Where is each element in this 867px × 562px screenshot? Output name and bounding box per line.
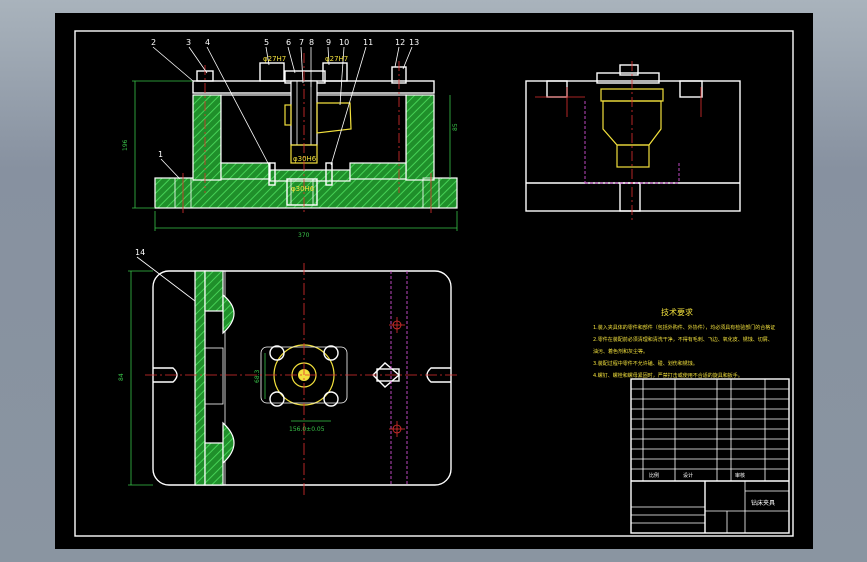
dim-height-right: 85 xyxy=(452,123,459,131)
tech-line-2: 2.零件在装配前必须清理和清洗干净，不得有毛刺、飞边、氧化皮、锈蚀、切屑、 xyxy=(593,336,773,343)
title-block: 比例 设计 审核 钻床夹具 xyxy=(630,378,790,534)
side-view xyxy=(525,61,741,223)
part-label-4: 4 xyxy=(205,38,210,47)
part-label-2: 2 xyxy=(151,38,156,47)
cad-drawing: 2 3 4 5 6 7 8 9 10 11 12 13 1 196 85 370… xyxy=(74,30,794,537)
tech-line-3: 油污、着色剂和灰尘等。 xyxy=(593,348,648,355)
dim-plan-center: 68.3 xyxy=(254,369,261,383)
dim-plan-bottom: 156.0±0.05 xyxy=(289,426,325,433)
dim-dia-top-right: φ27H7 xyxy=(325,55,348,63)
title-scale-label: 比例 xyxy=(649,472,659,479)
tech-line-4: 3.装配过程中零件不允许磕、碰、划伤和锈蚀。 xyxy=(593,360,698,367)
tech-title: 技术要求 xyxy=(661,307,693,317)
part-label-5: 5 xyxy=(264,38,269,47)
tech-line-1: 1.装入夹具体的零件和部件（包括外购件、外协件），均必须具有检验部门的合格证 xyxy=(593,324,775,331)
dim-dia-center: φ30H6 xyxy=(293,155,317,163)
title-drawing-name: 钻床夹具 xyxy=(751,499,775,507)
technical-requirements: 技术要求 1.装入夹具体的零件和部件（包括外购件、外协件），均必须具有检验部门的… xyxy=(593,307,775,379)
part-label-13: 13 xyxy=(409,38,419,47)
part-label-7: 7 xyxy=(299,38,304,47)
cad-window: 2 3 4 5 6 7 8 9 10 11 12 13 1 196 85 370… xyxy=(0,0,867,562)
part-label-8: 8 xyxy=(309,38,314,47)
title-checked-label: 审核 xyxy=(735,472,745,479)
part-label-9: 9 xyxy=(326,38,331,47)
tech-line-5: 4.螺钉、螺栓和螺母紧固时，严禁打击或使用不合适的旋具和扳手。 xyxy=(593,372,743,379)
dim-height-left: 196 xyxy=(122,139,129,151)
dim-plan-height: 84 xyxy=(118,373,125,381)
part-label-12: 12 xyxy=(395,38,405,47)
dim-width-bottom: 370 xyxy=(298,232,310,239)
part-label-10: 10 xyxy=(339,38,349,47)
part-label-6: 6 xyxy=(286,38,291,47)
part-label-14: 14 xyxy=(135,248,145,257)
plan-view: 14 84 68.3 156.0±0.05 xyxy=(118,248,460,498)
part-label-3: 3 xyxy=(186,38,191,47)
part-label-1: 1 xyxy=(158,150,163,159)
title-drawn-label: 设计 xyxy=(683,472,693,479)
part-label-11: 11 xyxy=(363,38,373,47)
dim-dia-bottom: φ30H6 xyxy=(291,185,315,193)
drawing-sheet: 2 3 4 5 6 7 8 9 10 11 12 13 1 196 85 370… xyxy=(55,13,813,549)
dim-dia-top-left: φ27H7 xyxy=(263,55,286,63)
front-section-view: 2 3 4 5 6 7 8 9 10 11 12 13 1 196 85 370… xyxy=(122,38,459,239)
